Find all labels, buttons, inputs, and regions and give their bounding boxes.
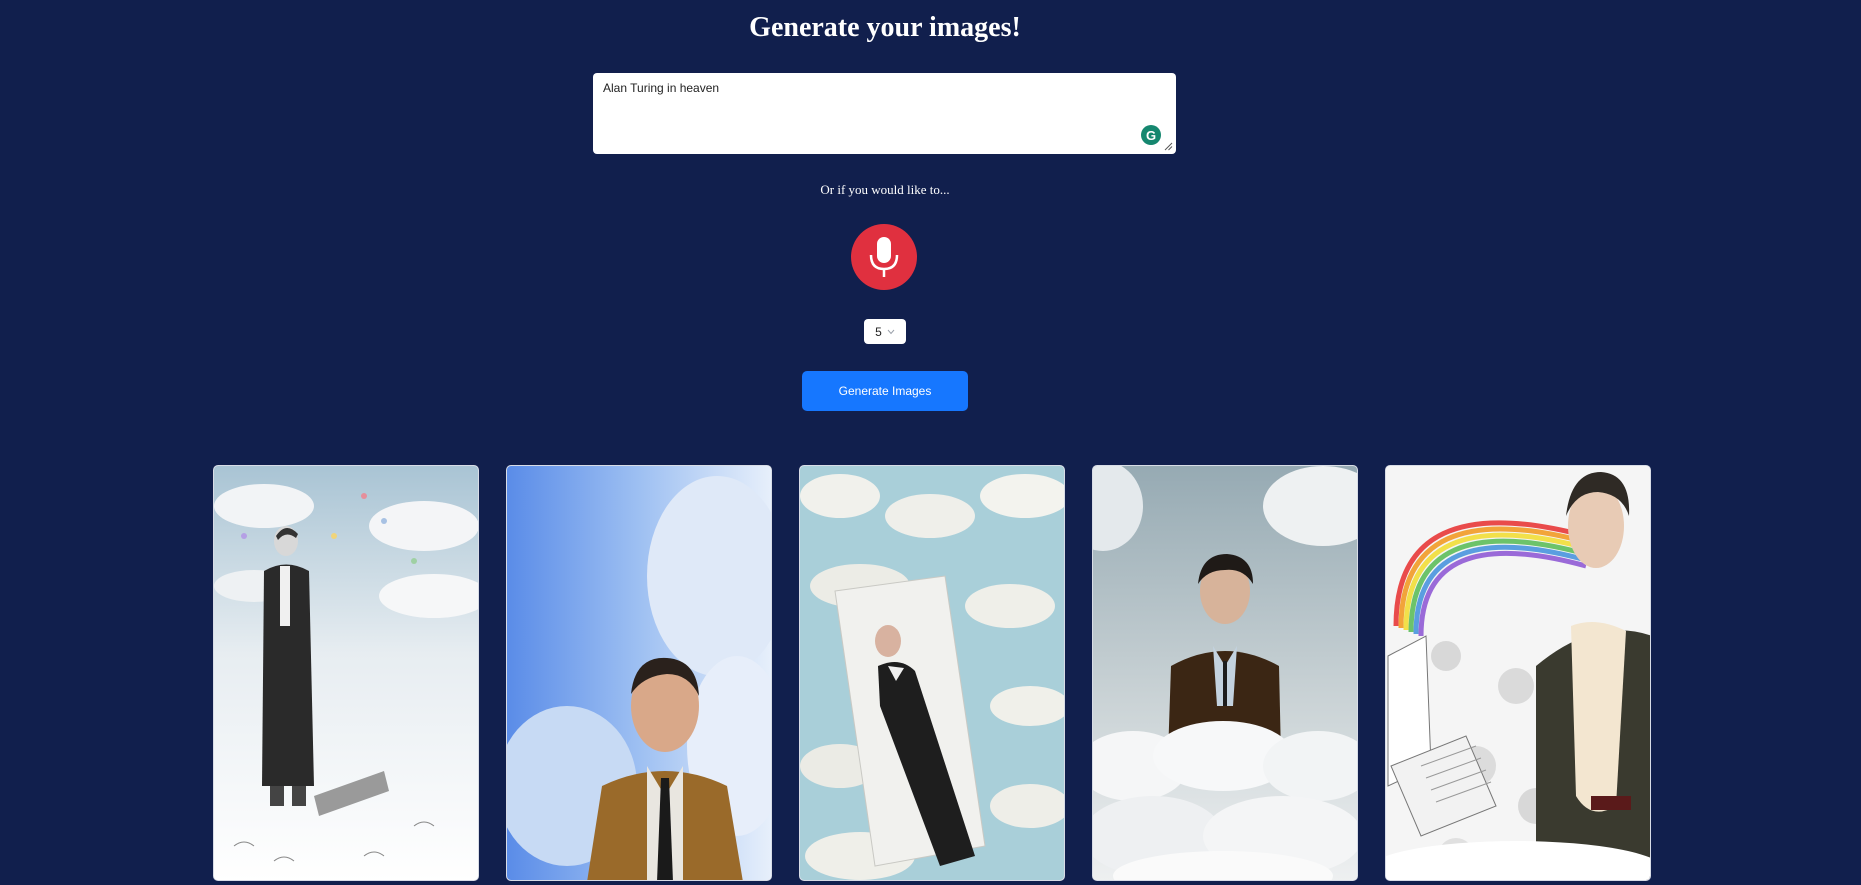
- alternative-text: Or if you would like to...: [820, 182, 950, 197]
- image-count-value: 5: [875, 324, 882, 339]
- page: Generate your images! Alan Turing in hea…: [0, 0, 1861, 885]
- generate-images-button[interactable]: Generate Images: [802, 371, 968, 411]
- grammarly-icon[interactable]: G: [1141, 125, 1161, 145]
- image-count-select[interactable]: 5: [864, 319, 906, 344]
- generated-image-1[interactable]: [213, 465, 479, 881]
- prompt-textarea[interactable]: Alan Turing in heaven G: [593, 73, 1176, 154]
- generated-image-5[interactable]: [1385, 465, 1651, 881]
- resize-handle-icon[interactable]: [1163, 141, 1173, 151]
- microphone-button[interactable]: [851, 224, 917, 290]
- chevron-down-icon: [887, 327, 895, 337]
- generated-image-2[interactable]: [506, 465, 772, 881]
- image-gallery: [213, 465, 1653, 883]
- generated-image-3[interactable]: [799, 465, 1065, 881]
- page-title: Generate your images!: [749, 12, 1021, 43]
- prompt-text[interactable]: Alan Turing in heaven: [603, 81, 719, 95]
- microphone-icon: [869, 237, 899, 277]
- generated-image-4[interactable]: [1092, 465, 1358, 881]
